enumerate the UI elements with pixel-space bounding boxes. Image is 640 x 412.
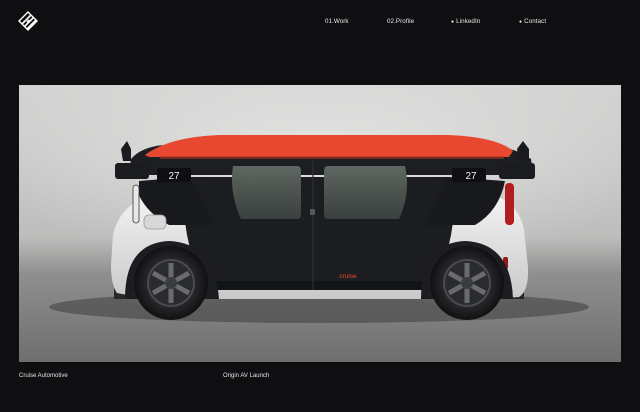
nav-link-linkedin[interactable]: ● LinkedIn [451, 18, 480, 25]
nav-link-profile[interactable]: 02.Profile [387, 18, 414, 25]
nav-link-profile-label: 02.Profile [387, 18, 415, 25]
rear-door-number: 27 [465, 171, 477, 182]
nav-link-contact-label: Contact [524, 18, 547, 25]
nav-link-work[interactable]: 01.Work [325, 18, 349, 25]
front-wheel [134, 246, 208, 320]
rear-wheel [430, 246, 504, 320]
client-caption: Cruise Automotive [19, 373, 68, 379]
nav-link-linkedin-label: LinkedIn [456, 18, 481, 25]
bullet-icon: ● [451, 18, 455, 25]
nav-link-work-label: 01.Work [325, 18, 349, 25]
cruise-wordmark: cruise [339, 273, 357, 280]
main-nav: 01.Work 02.Profile ● LinkedIn ● Contact [0, 18, 640, 28]
bullet-icon: ● [519, 18, 523, 25]
hero-image[interactable]: 27 27 cruise [19, 85, 621, 362]
cruise-origin-vehicle-illustration: 27 27 cruise [19, 85, 621, 362]
nav-link-contact[interactable]: ● Contact [519, 18, 546, 25]
front-door-number: 27 [168, 171, 180, 182]
project-caption: Origin AV Launch [223, 373, 270, 379]
